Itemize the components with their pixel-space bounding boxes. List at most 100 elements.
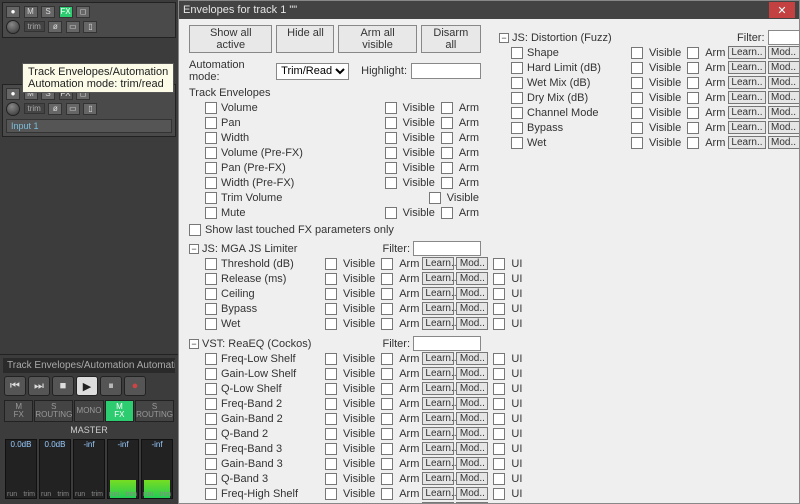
param-enable-checkbox[interactable] [205, 503, 217, 504]
record-button[interactable]: ● [124, 376, 146, 396]
pause-button[interactable]: ⏸ [100, 376, 122, 396]
param-visible-checkbox[interactable] [325, 383, 337, 395]
param-arm-checkbox[interactable] [381, 428, 393, 440]
learn-button[interactable]: Learn.. [422, 472, 454, 485]
mod-button[interactable]: Mod.. [768, 61, 799, 74]
param-enable-checkbox[interactable] [205, 398, 217, 410]
env-enable-checkbox[interactable] [205, 177, 217, 189]
learn-button[interactable]: Learn.. [422, 502, 454, 503]
learn-button[interactable]: Learn.. [728, 121, 765, 134]
mod-button[interactable]: Mod.. [456, 442, 488, 455]
env-enable-checkbox[interactable] [205, 162, 217, 174]
env-visible-checkbox[interactable] [385, 207, 397, 219]
dialog-titlebar[interactable]: Envelopes for track 1 "" ✕ [179, 1, 799, 19]
learn-button[interactable]: Learn.. [422, 457, 454, 470]
automation-mode-select[interactable]: Trim/Read [276, 63, 349, 80]
param-visible-checkbox[interactable] [325, 368, 337, 380]
param-visible-checkbox[interactable] [631, 47, 643, 59]
env-arm-checkbox[interactable] [441, 177, 453, 189]
mod-button[interactable]: Mod.. [456, 367, 488, 380]
param-visible-checkbox[interactable] [325, 503, 337, 504]
phase-button[interactable]: ø [48, 103, 62, 115]
env-enable-checkbox[interactable] [205, 117, 217, 129]
param-visible-checkbox[interactable] [325, 458, 337, 470]
param-visible-checkbox[interactable] [325, 318, 337, 330]
meter-5[interactable]: -inf runtrim [141, 439, 173, 499]
learn-button[interactable]: Learn.. [422, 397, 454, 410]
learn-button[interactable]: Learn.. [728, 106, 765, 119]
hide-all-button[interactable]: Hide all [276, 25, 334, 53]
param-enable-checkbox[interactable] [205, 353, 217, 365]
param-arm-checkbox[interactable] [687, 92, 699, 104]
env-visible-checkbox[interactable] [385, 147, 397, 159]
param-visible-checkbox[interactable] [631, 77, 643, 89]
param-enable-checkbox[interactable] [511, 122, 523, 134]
param-arm-checkbox[interactable] [687, 77, 699, 89]
phase-button[interactable]: ø [48, 21, 62, 33]
meter-2[interactable]: 0.0dB runtrim [39, 439, 71, 499]
learn-button[interactable]: Learn.. [422, 382, 454, 395]
param-enable-checkbox[interactable] [205, 258, 217, 270]
param-visible-checkbox[interactable] [631, 122, 643, 134]
env-visible-checkbox[interactable] [385, 177, 397, 189]
param-enable-checkbox[interactable] [205, 488, 217, 500]
track-strip-1[interactable]: ● M S FX ◻ trim ø ▭ ▯ [2, 2, 176, 38]
show-all-active-button[interactable]: Show all active [189, 25, 272, 53]
env-arm-checkbox[interactable] [441, 132, 453, 144]
env-enable-checkbox[interactable] [205, 102, 217, 114]
collapse-icon[interactable]: − [189, 244, 199, 254]
master-fx2-cell[interactable]: MFX [105, 400, 134, 422]
param-visible-checkbox[interactable] [631, 137, 643, 149]
mod-button[interactable]: Mod.. [768, 76, 799, 89]
close-button[interactable]: ✕ [769, 2, 795, 18]
param-arm-checkbox[interactable] [381, 303, 393, 315]
mod-button[interactable]: Mod.. [456, 427, 488, 440]
record-arm-button[interactable]: ● [6, 88, 20, 100]
env-arm-checkbox[interactable] [441, 162, 453, 174]
param-visible-checkbox[interactable] [325, 288, 337, 300]
env-icon[interactable]: ▭ [66, 21, 80, 33]
param-arm-checkbox[interactable] [381, 368, 393, 380]
param-arm-checkbox[interactable] [381, 503, 393, 504]
mod-button[interactable]: Mod.. [456, 472, 488, 485]
mod-button[interactable]: Mod.. [456, 382, 488, 395]
learn-button[interactable]: Learn.. [422, 287, 454, 300]
param-arm-checkbox[interactable] [687, 47, 699, 59]
mod-button[interactable]: Mod.. [456, 502, 488, 503]
mod-button[interactable]: Mod.. [456, 317, 488, 330]
learn-button[interactable]: Learn.. [728, 61, 765, 74]
learn-button[interactable]: Learn.. [422, 352, 454, 365]
param-enable-checkbox[interactable] [511, 62, 523, 74]
param-arm-checkbox[interactable] [381, 473, 393, 485]
param-arm-checkbox[interactable] [381, 288, 393, 300]
param-visible-checkbox[interactable] [325, 473, 337, 485]
param-arm-checkbox[interactable] [687, 107, 699, 119]
param-enable-checkbox[interactable] [511, 92, 523, 104]
env-icon[interactable]: ▭ [66, 103, 80, 115]
param-enable-checkbox[interactable] [511, 77, 523, 89]
go-end-button[interactable]: ⏭ [28, 376, 50, 396]
env-visible-checkbox[interactable] [385, 117, 397, 129]
mod-button[interactable]: Mod.. [456, 412, 488, 425]
param-enable-checkbox[interactable] [511, 137, 523, 149]
param-arm-checkbox[interactable] [381, 413, 393, 425]
param-visible-checkbox[interactable] [631, 92, 643, 104]
env-arm-checkbox[interactable] [441, 207, 453, 219]
param-enable-checkbox[interactable] [511, 107, 523, 119]
learn-button[interactable]: Learn.. [422, 317, 454, 330]
trim-mode-button[interactable]: trim [24, 21, 45, 32]
param-enable-checkbox[interactable] [205, 473, 217, 485]
meter-3[interactable]: -inf runtrim [73, 439, 105, 499]
learn-button[interactable]: Learn.. [728, 136, 765, 149]
param-arm-checkbox[interactable] [687, 62, 699, 74]
io-button[interactable]: ▯ [83, 21, 97, 33]
learn-button[interactable]: Learn.. [422, 412, 454, 425]
param-arm-checkbox[interactable] [381, 383, 393, 395]
param-arm-checkbox[interactable] [381, 318, 393, 330]
mod-button[interactable]: Mod.. [768, 136, 799, 149]
master-routing-cell[interactable]: SROUTING [34, 400, 73, 422]
filter-input[interactable] [413, 336, 481, 351]
mute-button[interactable]: M [24, 6, 38, 18]
arm-all-visible-button[interactable]: Arm all visible [338, 25, 416, 53]
envelope-button[interactable]: ◻ [76, 6, 90, 18]
